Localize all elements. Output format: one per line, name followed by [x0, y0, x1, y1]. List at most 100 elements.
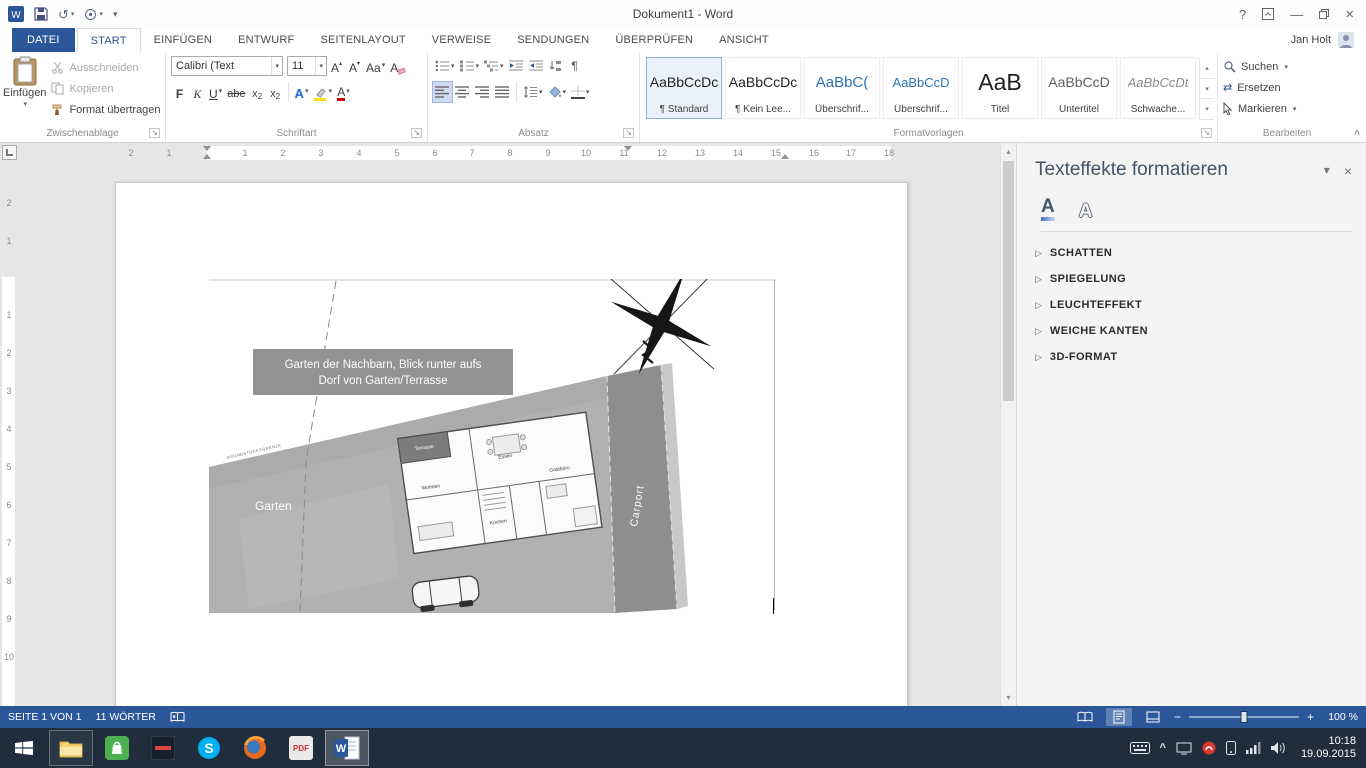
touch-keyboard-icon[interactable] [1130, 742, 1150, 754]
task-pane-menu-icon[interactable]: ▾ [1324, 163, 1330, 179]
strikethrough-button[interactable]: abe [225, 82, 247, 102]
help-button[interactable]: ? [1239, 8, 1246, 21]
shading-caret-icon[interactable]: ▾ [563, 88, 567, 96]
zoom-out-button[interactable]: − [1174, 710, 1181, 724]
web-layout-button[interactable] [1140, 708, 1166, 726]
first-line-indent-marker[interactable] [203, 146, 211, 151]
style-item[interactable]: AaBbCcDc¶ Kein Lee... [725, 57, 801, 119]
volume-icon[interactable] [1271, 742, 1287, 754]
bullets-button[interactable]: ▾ [433, 56, 457, 76]
zoom-slider-thumb[interactable] [1240, 711, 1247, 723]
text-effects-caret-icon[interactable]: ▾ [305, 88, 309, 95]
tab-seitenlayout[interactable]: SEITENLAYOUT [307, 28, 418, 52]
styles-scroll-down-icon[interactable]: ▾ [1200, 79, 1214, 100]
find-caret-icon[interactable]: ▾ [1284, 63, 1288, 71]
clear-formatting-button[interactable]: A [388, 56, 408, 76]
hanging-indent-marker[interactable] [203, 154, 211, 159]
highlight-button[interactable]: ▾ [311, 82, 334, 102]
panel-section-leuchteffekt[interactable]: ▷LEUCHTEFFEKT [1035, 292, 1352, 318]
style-item[interactable]: AaBbCcDÜberschrif... [883, 57, 959, 119]
copy-button[interactable]: Kopieren [49, 80, 162, 97]
select-button[interactable]: Markieren ▾ [1221, 100, 1353, 117]
h-ruler[interactable]: 21123456789101112131415161718 [0, 143, 1000, 163]
numbering-caret-icon[interactable]: ▾ [476, 62, 480, 70]
panel-section-3d-format[interactable]: ▷3D-FORMAT [1035, 344, 1352, 370]
taskbar-item-skype[interactable]: S [187, 730, 231, 766]
tab-einfügen[interactable]: EINFÜGEN [141, 28, 225, 52]
proofing-status-icon[interactable] [170, 711, 185, 723]
align-left-button[interactable] [433, 82, 452, 102]
change-case-button[interactable]: Aa▾ [364, 56, 387, 76]
taskbar-item-pdf[interactable]: PDF [279, 730, 323, 766]
format-painter-button[interactable]: Format übertragen [49, 101, 162, 118]
touch-mode-button[interactable]: ▾ [84, 8, 103, 21]
tab-stop-marker[interactable] [624, 146, 632, 151]
increase-indent-button[interactable] [527, 56, 546, 76]
underline-caret-icon[interactable]: ▾ [219, 88, 223, 95]
italic-button[interactable]: K [189, 82, 206, 102]
style-item[interactable]: AaBbCcDtSchwache... [1120, 57, 1196, 119]
font-name-caret-icon[interactable]: ▾ [271, 57, 282, 75]
cut-button[interactable]: Ausschneiden [49, 59, 162, 76]
document-page[interactable]: GRUNDSTÜCKSGRENZE Garte [115, 182, 908, 706]
print-layout-button[interactable] [1106, 708, 1132, 726]
touch-mode-caret-icon[interactable]: ▾ [99, 11, 103, 18]
zoom-slider[interactable] [1189, 716, 1299, 718]
minimize-button[interactable]: — [1290, 8, 1303, 21]
scroll-up-icon[interactable]: ▴ [1006, 147, 1010, 156]
align-center-button[interactable] [453, 82, 472, 102]
styles-dialog-launcher-icon[interactable]: ↘ [1201, 128, 1212, 138]
grow-font-button[interactable]: A▴ [328, 56, 345, 76]
tab-selector[interactable] [2, 145, 17, 160]
find-button[interactable]: Suchen ▾ [1221, 58, 1353, 75]
styles-scroll-up-icon[interactable]: ▴ [1200, 58, 1214, 79]
paragraph-dialog-launcher-icon[interactable]: ↘ [623, 128, 634, 138]
close-button[interactable]: × [1345, 7, 1354, 22]
panel-section-weiche-kanten[interactable]: ▷WEICHE KANTEN [1035, 318, 1352, 344]
tab-entwurf[interactable]: ENTWURF [225, 28, 307, 52]
taskbar-item-store[interactable] [95, 730, 139, 766]
antivirus-icon[interactable] [1202, 741, 1216, 755]
text-fill-tab-icon[interactable]: A [1041, 197, 1055, 221]
decrease-indent-button[interactable] [507, 56, 526, 76]
paste-button[interactable]: Einfügen ▾ [3, 53, 46, 125]
taskbar-item-word[interactable]: W [325, 730, 369, 766]
panel-section-schatten[interactable]: ▷SCHATTEN [1035, 240, 1352, 266]
subscript-button[interactable]: x2 [249, 82, 266, 102]
task-pane-close-icon[interactable]: × [1344, 163, 1352, 179]
tab-datei[interactable]: DATEI [12, 28, 75, 52]
multilevel-list-button[interactable]: ▾ [482, 56, 506, 76]
start-button[interactable] [0, 728, 48, 768]
v-ruler[interactable]: 2112345678910 [0, 163, 18, 706]
word-count[interactable]: 11 WÖRTER [96, 711, 156, 723]
taskbar-item-lenovo[interactable] [141, 730, 185, 766]
style-item[interactable]: AaBbCcDc¶ Standard [646, 57, 722, 119]
tab-verweise[interactable]: VERWEISE [419, 28, 504, 52]
replace-button[interactable]: ⇄ Ersetzen [1221, 79, 1353, 96]
right-indent-marker[interactable] [781, 154, 789, 159]
restore-button[interactable] [1319, 9, 1329, 19]
numbering-button[interactable]: ▾ [458, 56, 482, 76]
collapse-ribbon-icon[interactable]: ^ [1354, 129, 1360, 140]
style-item[interactable]: AaBbC(Überschrif... [804, 57, 880, 119]
read-mode-button[interactable] [1072, 708, 1098, 726]
paste-caret-icon[interactable]: ▾ [23, 100, 27, 108]
style-item[interactable]: AaBTitel [962, 57, 1038, 119]
font-name-combo[interactable]: Calibri (Text ▾ [171, 56, 283, 76]
zoom-level[interactable]: 100 % [1322, 711, 1358, 723]
tray-expand-icon[interactable]: ^ [1160, 742, 1166, 754]
bullets-caret-icon[interactable]: ▾ [451, 62, 455, 70]
font-color-button[interactable]: A▾ [335, 82, 352, 102]
sort-button[interactable] [547, 56, 565, 76]
font-size-caret-icon[interactable]: ▾ [315, 57, 326, 75]
clock[interactable]: 10:18 19.09.2015 [1297, 735, 1356, 761]
change-case-caret-icon[interactable]: ▾ [382, 62, 386, 69]
page-indicator[interactable]: SEITE 1 VON 1 [8, 711, 82, 723]
zoom-in-button[interactable]: + [1307, 710, 1314, 724]
vertical-scrollbar[interactable]: ▴ ▾ [1000, 143, 1016, 706]
clipboard-dialog-launcher-icon[interactable]: ↘ [149, 128, 160, 138]
superscript-button[interactable]: x2 [267, 82, 284, 102]
text-effects-button[interactable]: A▾ [293, 82, 311, 102]
scroll-down-icon[interactable]: ▾ [1006, 693, 1010, 702]
panel-section-spiegelung[interactable]: ▷SPIEGELUNG [1035, 266, 1352, 292]
